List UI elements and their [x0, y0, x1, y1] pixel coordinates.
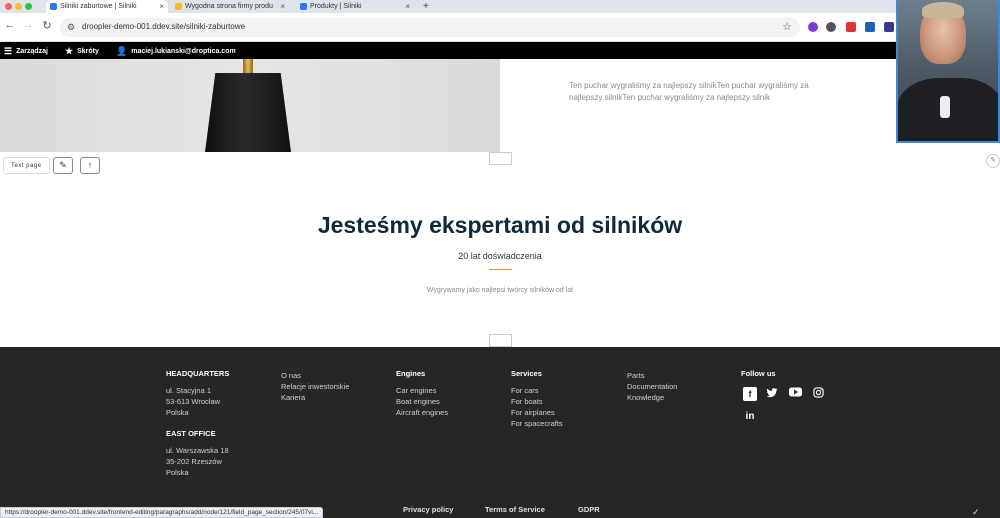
footer-heading: Follow us	[741, 369, 776, 378]
site-favicon-icon	[175, 3, 182, 10]
address-line: Polska	[166, 468, 189, 477]
footer-link[interactable]: Car engines	[396, 385, 448, 396]
section-heading: Jesteśmy ekspertami od silników	[317, 212, 683, 238]
address-line: 53-613 Wrocław	[166, 397, 221, 406]
webcam-overlay	[896, 0, 1000, 143]
extension-icon[interactable]	[826, 22, 836, 32]
browser-toolbar: ← → ↻ ⚙ droopler-demo-001.ddev.site/siln…	[0, 13, 1000, 42]
footer-link[interactable]: For airplanes	[511, 407, 563, 418]
microphone-icon	[940, 96, 950, 118]
star-icon[interactable]: ☆	[782, 20, 792, 33]
browser-status-url: https://droopler-demo-001.ddev.site/fron…	[0, 507, 324, 518]
back-icon[interactable]: ←	[3, 19, 17, 31]
extension-icon[interactable]	[846, 22, 856, 32]
footer-link[interactable]: For spacecrafts	[511, 418, 563, 429]
extension-icon[interactable]	[865, 22, 875, 32]
terms-of-service-link[interactable]: Terms of Service	[485, 505, 545, 514]
check-icon: ✓	[972, 507, 980, 517]
accent-divider	[489, 269, 512, 270]
footer-heading: Engines	[396, 369, 426, 378]
facebook-icon[interactable]: f	[743, 387, 757, 401]
browser-tab-active[interactable]: Silniki zaburtowe | Silniki ×	[46, 0, 168, 13]
close-icon[interactable]: ×	[405, 0, 410, 13]
shortcuts-label: Skróty	[77, 48, 99, 55]
footer-heading: HEADQUARTERS	[166, 369, 230, 378]
lamp-photo	[0, 59, 500, 152]
site-info-icon[interactable]: ⚙	[67, 22, 75, 33]
footer-link[interactable]: Aircraft engines	[396, 407, 448, 418]
tab-label: Silniki zaburtowe | Silniki	[60, 3, 137, 10]
footer-services: Services For cars For boats For airplane…	[511, 368, 563, 429]
twitter-icon[interactable]	[765, 387, 779, 401]
minimize-window-button[interactable]	[15, 3, 22, 10]
drupal-icon	[300, 3, 307, 10]
footer-link[interactable]: O nas	[281, 370, 349, 381]
tab-label: Produkty | Silniki	[310, 3, 362, 10]
browser-tab-bar: Silniki zaburtowe | Silniki × Wygodna st…	[0, 0, 1000, 13]
user-menu[interactable]: 👤 maciej.lukianski@droptica.com	[116, 46, 236, 57]
admin-toolbar: ☰ Zarządzaj ★ Skróty 👤 maciej.lukianski@dro…	[0, 42, 1000, 59]
paragraph-type-label: Text page	[3, 157, 50, 174]
footer-link[interactable]: Kariera	[281, 392, 349, 403]
footer-link[interactable]: Boat engines	[396, 396, 448, 407]
user-icon: 👤	[116, 46, 128, 56]
shortcuts-menu[interactable]: ★ Skróty	[65, 46, 99, 57]
manage-menu[interactable]: ☰ Zarządzaj	[4, 46, 48, 57]
close-icon[interactable]: ×	[159, 0, 164, 13]
url-text[interactable]: droopler-demo-001.ddev.site/silniki-zabu…	[82, 22, 245, 31]
section-description: Wygrywamy jako najlepsi twórcy silników …	[426, 287, 574, 294]
privacy-policy-link[interactable]: Privacy policy	[403, 505, 453, 514]
footer-link[interactable]: Relacje inwestorskie	[281, 381, 349, 392]
edit-paragraph-button[interactable]: ✎	[53, 157, 73, 174]
add-paragraph-button[interactable]	[489, 334, 512, 347]
new-tab-button[interactable]: +	[423, 0, 429, 13]
footer-link[interactable]: Documentation	[627, 381, 677, 392]
address-line: Polska	[166, 408, 189, 417]
browser-tab[interactable]: Wygodna strona firmy produ ×	[171, 0, 289, 13]
footer-link[interactable]: Knowledge	[627, 392, 677, 403]
extension-icon[interactable]	[884, 22, 894, 32]
footer-link[interactable]: For cars	[511, 385, 563, 396]
footer-follow-us: Follow us	[741, 368, 776, 385]
extension-icon[interactable]	[808, 22, 818, 32]
drupal-icon	[50, 3, 57, 10]
footer-resources: Parts Documentation Knowledge	[627, 370, 677, 403]
close-icon[interactable]: ×	[280, 0, 285, 13]
manage-label: Zarządzaj	[16, 48, 48, 55]
close-window-button[interactable]	[5, 3, 12, 10]
footer-link[interactable]: For boats	[511, 396, 563, 407]
user-label: maciej.lukianski@droptica.com	[131, 48, 236, 55]
footer-engines: Engines Car engines Boat engines Aircraf…	[396, 368, 448, 418]
footer-heading: Services	[511, 369, 542, 378]
edit-icon[interactable]: ✎	[986, 154, 1000, 168]
linkedin-icon[interactable]: in	[743, 410, 757, 424]
star-icon: ★	[65, 46, 74, 56]
address-bar[interactable]: ⚙ droopler-demo-001.ddev.site/silniki-za…	[60, 18, 800, 37]
footer-company-links: O nas Relacje inwestorskie Kariera	[281, 370, 349, 403]
instagram-icon[interactable]	[811, 387, 825, 401]
address-line: ul. Stacyjna 1	[166, 386, 212, 395]
section-subheading: 20 lat doświadczenia	[458, 251, 542, 261]
address-line: 35-202 Rzeszów	[166, 457, 222, 466]
site-footer	[0, 347, 1000, 518]
gdpr-link[interactable]: GDPR	[578, 505, 600, 514]
forward-icon[interactable]: →	[21, 19, 35, 31]
hamburger-icon: ☰	[4, 46, 13, 56]
footer-headquarters: HEADQUARTERS ul. Stacyjna 1 53-613 Wrocł…	[166, 368, 229, 478]
side-text: Ten puchar wygraliśmy za najlepszy silni…	[569, 81, 809, 102]
address-line: ul. Warszawska 18	[166, 446, 229, 455]
maximize-window-button[interactable]	[25, 3, 32, 10]
youtube-icon[interactable]	[788, 387, 802, 401]
tab-label: Wygodna strona firmy produ	[185, 3, 273, 10]
footer-link[interactable]: Parts	[627, 370, 677, 381]
browser-tab[interactable]: Produkty | Silniki ×	[296, 0, 414, 13]
reload-icon[interactable]: ↻	[40, 19, 54, 32]
add-paragraph-button[interactable]	[489, 152, 512, 165]
footer-heading: EAST OFFICE	[166, 429, 216, 438]
move-up-button[interactable]: ↑	[80, 157, 100, 174]
